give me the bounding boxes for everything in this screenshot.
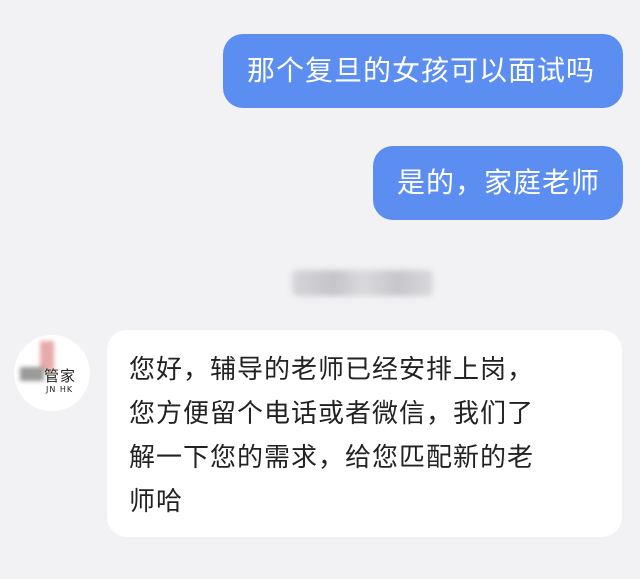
message-text: 是的，家庭老师 [397,166,601,199]
blurred-timestamp [292,270,433,296]
incoming-message-bubble[interactable]: 您好，辅导的老师已经安排上岗， 您方便留个电话或者微信，我们了 解一下您的需求，… [107,330,622,537]
outgoing-message-bubble[interactable]: 是的，家庭老师 [373,146,623,220]
avatar-logo-text: 管家 [44,367,77,385]
avatar-blur [20,367,44,381]
message-line: 您方便留个电话或者微信，我们了 [129,399,535,429]
message-line: 您好，辅导的老师已经安排上岗， [129,355,535,385]
contact-avatar[interactable]: 管家 JN HK [14,335,90,411]
chat-thread: 那个复旦的女孩可以面试吗 是的，家庭老师 管家 JN HK 您好，辅导的老师已经… [0,0,640,579]
message-text: 那个复旦的女孩可以面试吗 [247,54,596,87]
message-line: 解一下您的需求，给您匹配新的老 [129,443,535,473]
avatar-logo-subtext: JN HK [46,385,74,394]
message-line: 师哈 [129,487,184,517]
outgoing-message-bubble[interactable]: 那个复旦的女孩可以面试吗 [223,34,623,108]
